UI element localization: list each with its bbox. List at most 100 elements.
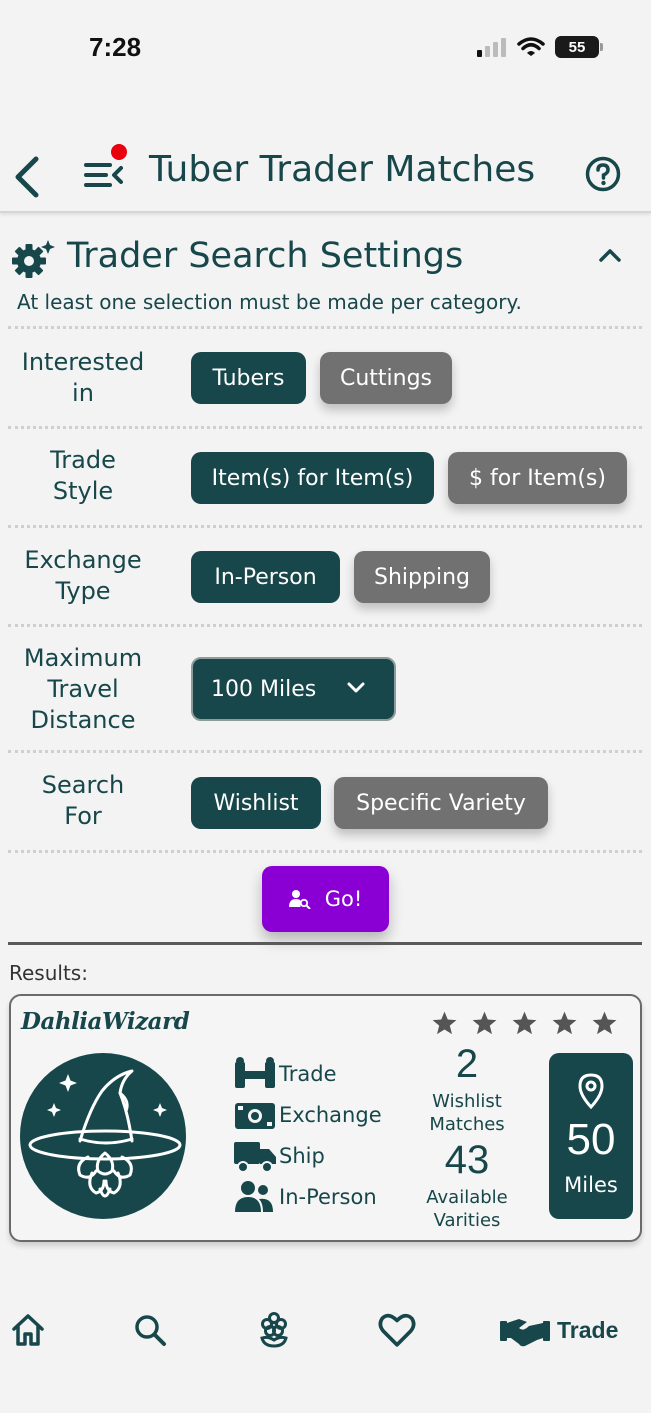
label-line: Maximum bbox=[23, 644, 143, 672]
location-pin-icon bbox=[578, 1073, 604, 1109]
menu-collapse-icon[interactable] bbox=[84, 157, 124, 193]
nav-wishlist[interactable] bbox=[377, 1310, 417, 1350]
divider bbox=[8, 624, 642, 627]
nav-trade[interactable]: Trade bbox=[499, 1310, 618, 1350]
settings-gear-icon bbox=[12, 240, 55, 278]
tubers-toggle[interactable]: Tubers bbox=[191, 352, 306, 404]
in-person-feature: In-Person bbox=[233, 1179, 377, 1215]
user-search-icon bbox=[288, 890, 311, 909]
money-icon bbox=[235, 1103, 275, 1129]
distance-select-value: 100 Miles bbox=[211, 676, 317, 702]
label-line: Search bbox=[41, 771, 125, 799]
label-line: Varities bbox=[433, 1210, 501, 1231]
label-line: in bbox=[72, 379, 94, 407]
nav-garden[interactable] bbox=[256, 1310, 292, 1350]
divider bbox=[8, 850, 642, 853]
wifi-icon bbox=[517, 37, 545, 56]
label-line: For bbox=[64, 802, 102, 830]
handshake-icon bbox=[500, 1319, 550, 1347]
search-for-label: Search For bbox=[8, 770, 158, 832]
go-label: Go! bbox=[324, 887, 363, 911]
star-icon bbox=[472, 1011, 497, 1035]
label-line: Distance bbox=[30, 706, 136, 734]
cash-for-item-toggle[interactable]: $ for Item(s) bbox=[448, 452, 627, 504]
star-icon bbox=[552, 1011, 577, 1035]
star-icon bbox=[592, 1011, 617, 1035]
label-line: Travel bbox=[47, 675, 119, 703]
chevron-up-icon[interactable] bbox=[598, 246, 622, 264]
specific-variety-toggle[interactable]: Specific Variety bbox=[334, 777, 548, 829]
star-icon bbox=[432, 1011, 457, 1035]
wishlist-matches-count: 2 bbox=[455, 1042, 479, 1086]
label-line: Matches bbox=[429, 1114, 505, 1135]
wishlist-toggle[interactable]: Wishlist bbox=[191, 777, 321, 829]
interested-label: Interested in bbox=[8, 347, 158, 409]
trader-match-card[interactable]: DahliaWizard Trade Exchange Ship In-Pers… bbox=[9, 994, 642, 1242]
app-header: Tuber Trader Matches bbox=[0, 135, 651, 213]
distance-badge: 50 Miles bbox=[549, 1053, 633, 1219]
shipping-toggle[interactable]: Shipping bbox=[354, 551, 490, 603]
trade-dumbbell-icon bbox=[235, 1057, 275, 1088]
settings-note: At least one selection must be made per … bbox=[17, 290, 522, 314]
label-line: Exchange bbox=[24, 546, 142, 574]
label-line: Available bbox=[426, 1187, 508, 1208]
status-time: 7:28 bbox=[89, 32, 142, 62]
cellular-signal-icon bbox=[477, 38, 506, 57]
in-person-feature-label: In-Person bbox=[279, 1185, 377, 1209]
flower-icon bbox=[260, 1312, 288, 1348]
distance-value: 50 bbox=[566, 1115, 616, 1164]
status-bar: 7:28 55 bbox=[0, 0, 651, 100]
available-varieties-label: Available Varities bbox=[407, 1186, 527, 1232]
results-divider bbox=[8, 942, 642, 945]
wishlist-matches-label: Wishlist Matches bbox=[407, 1090, 527, 1136]
status-icons: 55 bbox=[477, 36, 603, 58]
exchange-feature: Exchange bbox=[233, 1097, 382, 1133]
divider bbox=[8, 326, 642, 329]
label-line: Wishlist bbox=[432, 1091, 502, 1112]
rating-stars bbox=[431, 1010, 618, 1036]
battery-indicator: 55 bbox=[555, 36, 603, 58]
bottom-nav: Trade bbox=[0, 1300, 651, 1360]
trader-avatar bbox=[20, 1053, 186, 1219]
ship-feature: Ship bbox=[233, 1138, 325, 1174]
trade-feature: Trade bbox=[233, 1056, 337, 1092]
divider bbox=[8, 426, 642, 429]
search-icon bbox=[135, 1315, 166, 1346]
page-title: Tuber Trader Matches bbox=[149, 149, 536, 190]
home-icon bbox=[12, 1314, 44, 1346]
nav-home[interactable] bbox=[10, 1310, 46, 1350]
trader-name: DahliaWizard bbox=[21, 1008, 190, 1035]
help-icon[interactable] bbox=[585, 156, 621, 192]
trade-feature-label: Trade bbox=[279, 1062, 337, 1086]
available-varieties-count: 43 bbox=[444, 1138, 490, 1182]
exchange-type-label: Exchange Type bbox=[8, 545, 158, 607]
truck-icon bbox=[234, 1142, 276, 1173]
ship-feature-label: Ship bbox=[279, 1144, 325, 1168]
star-icon bbox=[512, 1011, 537, 1035]
people-icon bbox=[235, 1181, 273, 1212]
trade-style-label: Trade Style bbox=[8, 445, 158, 507]
settings-title: Trader Search Settings bbox=[67, 236, 464, 276]
label-line: Trade bbox=[50, 446, 116, 474]
divider bbox=[8, 750, 642, 753]
exchange-feature-label: Exchange bbox=[279, 1103, 382, 1127]
notification-dot bbox=[111, 144, 127, 160]
item-for-item-toggle[interactable]: Item(s) for Item(s) bbox=[191, 452, 434, 504]
divider bbox=[8, 525, 642, 528]
cuttings-toggle[interactable]: Cuttings bbox=[320, 352, 452, 404]
label-line: Interested bbox=[21, 348, 145, 376]
max-distance-label: Maximum Travel Distance bbox=[8, 643, 158, 736]
distance-unit: Miles bbox=[564, 1173, 618, 1197]
go-button[interactable]: Go! bbox=[262, 866, 389, 932]
chevron-down-icon bbox=[347, 682, 365, 693]
wizard-hat-icon bbox=[28, 1069, 182, 1198]
heart-icon bbox=[378, 1313, 416, 1347]
distance-select[interactable]: 100 Miles bbox=[191, 657, 396, 721]
settings-header[interactable]: Trader Search Settings bbox=[12, 236, 642, 280]
label-line: Style bbox=[52, 477, 114, 505]
label-line: Type bbox=[55, 577, 111, 605]
results-label: Results: bbox=[9, 961, 88, 985]
nav-search[interactable] bbox=[132, 1310, 168, 1350]
back-arrow-icon[interactable] bbox=[10, 155, 44, 199]
in-person-toggle[interactable]: In-Person bbox=[191, 551, 340, 603]
